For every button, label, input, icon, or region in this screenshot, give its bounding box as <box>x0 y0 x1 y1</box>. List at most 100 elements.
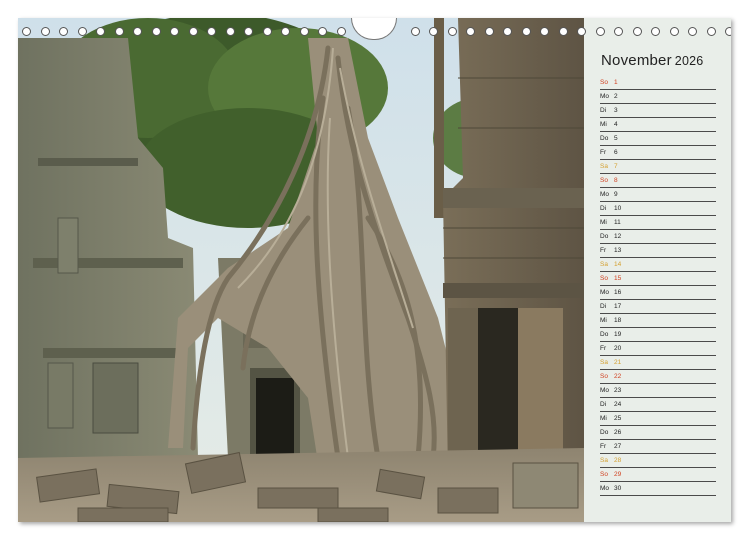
day-row: So 29 <box>600 468 716 482</box>
binding-hole <box>318 27 327 36</box>
day-row: Sa 7 <box>600 160 716 174</box>
month-title: November 2026 <box>601 52 703 69</box>
weekday-label: Fr <box>600 345 607 352</box>
day-row: Fr 6 <box>600 146 716 160</box>
day-number: 13 <box>614 247 622 254</box>
binding-hole <box>484 27 494 36</box>
binding-hole <box>614 27 623 36</box>
day-row: Sa 14 <box>600 258 716 272</box>
day-number: 2 <box>614 93 618 100</box>
day-number: 1 <box>614 79 618 86</box>
day-number: 24 <box>614 401 622 408</box>
day-number: 30 <box>614 485 622 492</box>
binding-hole <box>244 27 253 36</box>
day-number: 5 <box>614 135 618 142</box>
day-row: So 22 <box>600 370 716 384</box>
binding-hole <box>151 27 161 36</box>
day-number: 25 <box>614 415 622 422</box>
weekday-label: Sa <box>600 163 608 170</box>
binding-hole <box>447 27 457 36</box>
day-number: 15 <box>614 275 622 282</box>
weekday-label: So <box>600 177 608 184</box>
weekday-label: Do <box>600 429 609 436</box>
day-row: Mo 23 <box>600 384 716 398</box>
day-row: Mi 11 <box>600 216 716 230</box>
binding-hole <box>558 27 568 36</box>
binding-hole <box>577 27 586 36</box>
weekday-label: Di <box>600 401 607 408</box>
day-row: Fr 20 <box>600 342 716 356</box>
binding-hole <box>299 27 309 36</box>
binding-hole <box>207 27 216 36</box>
day-row: Di 17 <box>600 300 716 314</box>
weekday-label: Mi <box>600 219 607 226</box>
weekday-label: Mo <box>600 485 610 492</box>
day-row: Mo 30 <box>600 482 716 496</box>
day-row: Di 3 <box>600 104 716 118</box>
binding-hole <box>669 27 679 36</box>
binding-hole <box>410 27 420 36</box>
weekday-label: Mi <box>600 317 607 324</box>
binding-hole <box>96 27 105 36</box>
day-row: Do 26 <box>600 426 716 440</box>
binding-hole <box>22 27 31 36</box>
day-number: 9 <box>614 191 618 198</box>
binding-hole <box>725 27 731 36</box>
binding-hole <box>262 27 272 36</box>
binding-hole <box>521 27 531 36</box>
binding-hole <box>281 27 290 36</box>
weekday-label: Di <box>600 107 607 114</box>
day-number: 3 <box>614 107 618 114</box>
day-row: So 1 <box>600 76 716 90</box>
weekday-label: Mo <box>600 387 610 394</box>
weekday-label: So <box>600 373 608 380</box>
calendar-page: November 2026 So 1 Mo 2 Di 3 Mi 4 Do 5 Fr 6 Sa 7 So 8 Mo 9… <box>18 18 731 522</box>
temple-ruins-photo <box>18 18 584 522</box>
binding-hole <box>40 27 50 36</box>
weekday-label: Fr <box>600 247 607 254</box>
binding-hole <box>188 27 198 36</box>
calendar-sidebar: November 2026 So 1 Mo 2 Di 3 Mi 4 Do 5 Fr 6 Sa 7 So 8 Mo 9… <box>584 18 731 522</box>
day-number: 8 <box>614 177 618 184</box>
weekday-label: Do <box>600 233 609 240</box>
day-row: Mi 18 <box>600 314 716 328</box>
day-row: So 8 <box>600 174 716 188</box>
day-number: 7 <box>614 163 618 170</box>
day-number: 23 <box>614 387 622 394</box>
month-name: November <box>601 52 672 69</box>
year-label: 2026 <box>674 54 704 68</box>
day-row: Fr 13 <box>600 244 716 258</box>
day-number: 21 <box>614 359 622 366</box>
day-number: 17 <box>614 303 622 310</box>
weekday-label: Mo <box>600 93 610 100</box>
binding-hole <box>595 27 605 36</box>
binding-hole <box>706 27 716 36</box>
weekday-label: So <box>600 79 608 86</box>
weekday-label: Sa <box>600 359 608 366</box>
binding-hole <box>133 27 142 36</box>
day-number: 18 <box>614 317 622 324</box>
day-row: Sa 28 <box>600 454 716 468</box>
binding-hole <box>114 27 124 36</box>
binding-hole <box>170 27 179 36</box>
day-number: 10 <box>614 205 622 212</box>
day-number: 6 <box>614 149 618 156</box>
binding-hole <box>429 27 438 36</box>
binding-hole <box>688 27 697 36</box>
weekday-label: Fr <box>600 443 607 450</box>
day-list: So 1 Mo 2 Di 3 Mi 4 Do 5 Fr 6 Sa 7 So 8 Mo 9 Di 10 Mi 11 Do 12 F… <box>600 76 716 496</box>
day-row: Mi 25 <box>600 412 716 426</box>
day-number: 26 <box>614 429 622 436</box>
weekday-label: Di <box>600 205 607 212</box>
day-number: 29 <box>614 471 622 478</box>
weekday-label: So <box>600 471 608 478</box>
day-number: 19 <box>614 331 622 338</box>
day-row: Di 10 <box>600 202 716 216</box>
binding-hole <box>540 27 549 36</box>
day-number: 22 <box>614 373 622 380</box>
day-row: Do 12 <box>600 230 716 244</box>
weekday-label: Sa <box>600 457 608 464</box>
day-row: Di 24 <box>600 398 716 412</box>
weekday-label: Fr <box>600 149 607 156</box>
weekday-label: Mi <box>600 121 607 128</box>
